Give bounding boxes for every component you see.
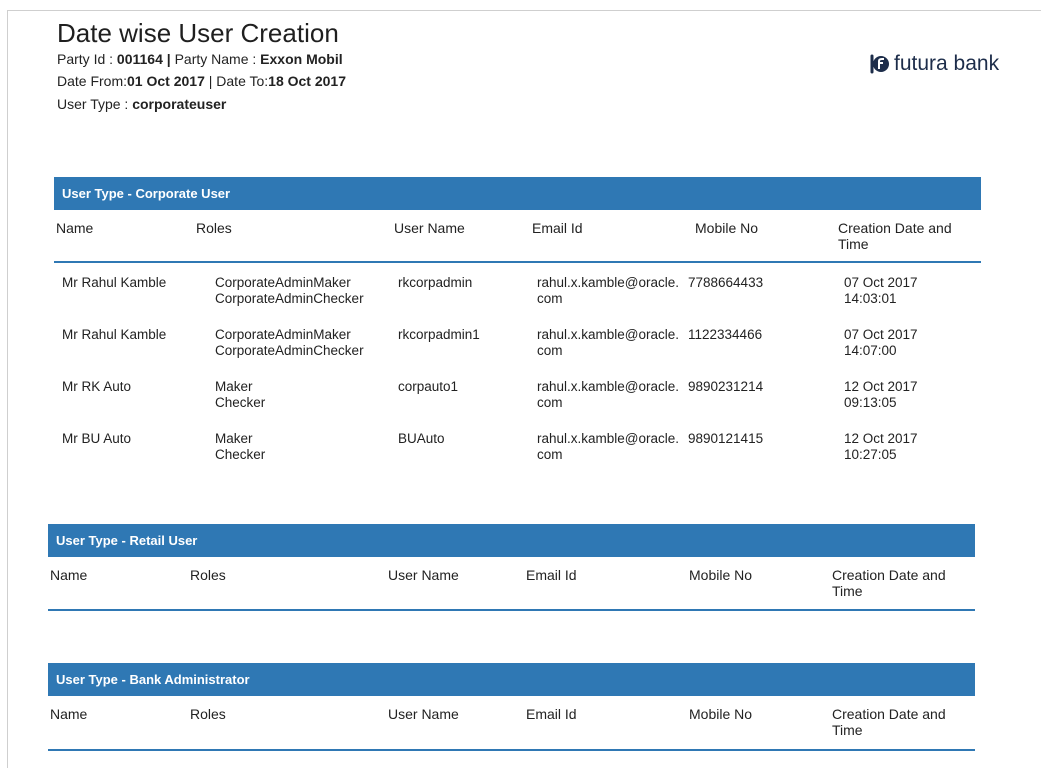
col-email: Email Id [526, 706, 577, 722]
user-type: corporateuser [132, 96, 227, 112]
section-corporate-user: User Type - Corporate User Name Roles Us… [54, 177, 981, 471]
col-roles: Roles [190, 567, 226, 583]
cell-roles: CorporateAdminMaker CorporateAdminChecker [215, 327, 364, 358]
col-name: Name [56, 220, 94, 236]
party-name: Exxon Mobil [260, 51, 343, 67]
cell-mobile: 9890231214 [688, 379, 764, 394]
col-creation-date: Creation Date and Time [832, 706, 946, 738]
cell-mobile: 9890121415 [688, 431, 764, 446]
cell-user-name: BUAuto [398, 431, 445, 446]
report-title: Date wise User Creation [57, 18, 339, 48]
section-bank-administrator: User Type - Bank Administrator Name Role… [48, 663, 975, 751]
cell-user-name: rkcorpadmin [398, 275, 473, 290]
col-name: Name [50, 567, 88, 583]
party-id: 001164 [116, 51, 163, 67]
col-user-name: User Name [388, 567, 459, 583]
table-row: Mr RK Auto Maker Checker corpauto1 rahul.… [54, 367, 981, 419]
cell-name: Mr Rahul Kamble [62, 327, 167, 342]
cell-creation-date: 07 Oct 2017 14:07:00 [844, 327, 918, 358]
section-header: User Type - Bank Administrator [48, 663, 975, 696]
col-creation-date: Creation Date and Time [838, 220, 952, 252]
futura-bank-logo: futura bank [868, 52, 999, 76]
col-name: Name [50, 706, 88, 722]
cell-mobile: 1122334466 [688, 327, 763, 342]
date-range: Date From:01 Oct 2017 | Date To:18 Oct 2… [57, 73, 347, 89]
table-row: Mr BU Auto Maker Checker BUAuto rahul.x.k… [54, 419, 981, 471]
col-user-name: User Name [388, 706, 459, 722]
col-creation-date: Creation Date and Time [832, 567, 946, 599]
logo-text: futura bank [894, 52, 1000, 75]
cell-user-name: rkcorpadmin1 [398, 327, 480, 342]
cell-roles: CorporateAdminMaker CorporateAdminChecker [215, 275, 364, 306]
cell-roles: Maker Checker [215, 431, 266, 462]
section-header: User Type - Retail User [48, 524, 975, 557]
col-mobile: Mobile No [689, 567, 753, 583]
table-row: Mr Rahul Kamble CorporateAdminMaker Corpo… [54, 263, 981, 315]
col-mobile: Mobile No [689, 706, 753, 722]
table-row: Mr Rahul Kamble CorporateAdminMaker Corpo… [54, 315, 981, 367]
cell-email: rahul.x.kamble@oracle. com [537, 379, 680, 410]
party-info: Party Id : 001164 | Party Name : Exxon M… [57, 51, 343, 67]
cell-user-name: corpauto1 [398, 379, 459, 394]
column-header-row: Name Roles User Name Email Id Mobile No … [48, 696, 975, 751]
col-roles: Roles [196, 220, 232, 236]
col-roles: Roles [190, 706, 226, 722]
column-header-row: Name Roles User Name Email Id Mobile No … [48, 557, 975, 611]
date-from: 01 Oct 2017 [127, 73, 205, 89]
col-email: Email Id [526, 567, 577, 583]
cell-mobile: 7788664433 [688, 275, 764, 290]
col-email: Email Id [532, 220, 583, 236]
cell-name: Mr RK Auto [62, 379, 132, 394]
date-to: 18 Oct 2017 [268, 73, 347, 89]
cell-email: rahul.x.kamble@oracle. com [537, 275, 680, 306]
cell-name: Mr BU Auto [62, 431, 132, 446]
cell-email: rahul.x.kamble@oracle. com [537, 431, 680, 462]
cell-name: Mr Rahul Kamble [62, 275, 167, 290]
user-type-info: User Type : corporateuser [57, 96, 227, 112]
col-user-name: User Name [394, 220, 465, 236]
cell-creation-date: 07 Oct 2017 14:03:01 [844, 275, 918, 306]
cell-roles: Maker Checker [215, 379, 266, 410]
column-header-row: Name Roles User Name Email Id Mobile No … [54, 210, 981, 263]
section-retail-user: User Type - Retail User Name Roles User … [48, 524, 975, 611]
futura-bank-logo-icon [870, 54, 889, 74]
cell-creation-date: 12 Oct 2017 09:13:05 [844, 379, 918, 410]
cell-email: rahul.x.kamble@oracle. com [537, 327, 680, 358]
cell-creation-date: 12 Oct 2017 10:27:05 [844, 431, 918, 462]
section-header: User Type - Corporate User [54, 177, 981, 210]
col-mobile: Mobile No [695, 220, 759, 236]
